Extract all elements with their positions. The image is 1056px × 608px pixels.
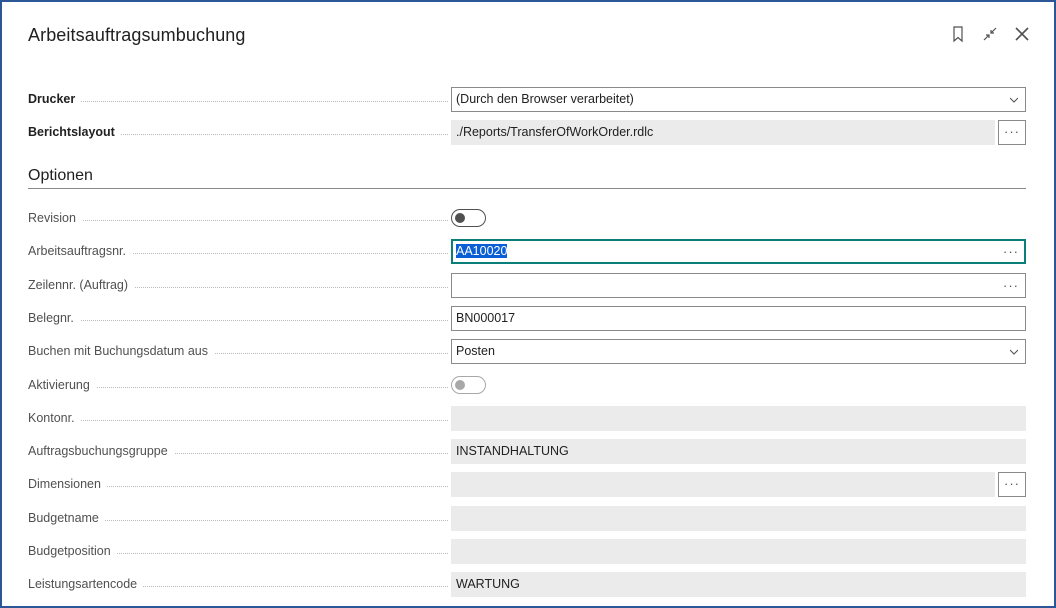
work-order-no-row: Arbeitsauftragsnr. AA10020 ··· — [28, 239, 1026, 264]
budget-name-field — [451, 506, 1026, 531]
account-no-field — [451, 406, 1026, 431]
activation-row: Aktivierung — [28, 373, 1026, 398]
posting-date-row: Buchen mit Buchungsdatum aus Posten — [28, 339, 1026, 364]
revision-row: Revision — [28, 206, 1026, 231]
dimensions-field — [451, 472, 995, 497]
line-no-lookup[interactable]: ··· — [1003, 274, 1019, 297]
report-layout-lookup-button[interactable]: ··· — [998, 120, 1026, 145]
work-order-no-lookup[interactable]: ··· — [1003, 240, 1019, 263]
order-posting-group-field: INSTANDHALTUNG — [451, 439, 1026, 464]
order-posting-group-row: Auftragsbuchungsgruppe INSTANDHALTUNG — [28, 439, 1026, 464]
section-options: Optionen — [28, 167, 1026, 189]
account-no-label: Kontonr. — [28, 406, 448, 431]
document-no-label: Belegnr. — [28, 306, 448, 331]
budget-position-field — [451, 539, 1026, 564]
work-order-no-label: Arbeitsauftragsnr. — [28, 239, 448, 264]
report-layout-label: Berichtslayout — [28, 120, 448, 145]
line-no-label: Zeilennr. (Auftrag) — [28, 273, 448, 298]
section-heading: Optionen — [28, 167, 93, 184]
document-no-input[interactable]: BN000017 — [451, 306, 1026, 331]
work-order-no-value: AA10020 — [456, 244, 508, 258]
revision-label: Revision — [28, 206, 448, 231]
bookmark-icon[interactable] — [948, 24, 968, 44]
printer-label: Drucker — [28, 87, 448, 112]
dimensions-lookup-button[interactable]: ··· — [998, 472, 1026, 497]
work-order-no-input[interactable]: AA10020 ··· — [451, 239, 1026, 264]
budget-position-row: Budgetposition — [28, 539, 1026, 564]
printer-select[interactable]: (Durch den Browser verarbeitet) — [451, 87, 1026, 112]
toggle-knob — [455, 213, 465, 223]
budget-name-row: Budgetname — [28, 506, 1026, 531]
document-no-row: Belegnr. BN000017 — [28, 306, 1026, 331]
dimensions-row: Dimensionen ··· — [28, 472, 1026, 497]
activation-toggle — [451, 376, 486, 394]
posting-date-label: Buchen mit Buchungsdatum aus — [28, 339, 448, 364]
chevron-down-icon — [1010, 349, 1018, 355]
posting-date-select[interactable]: Posten — [451, 339, 1026, 364]
report-layout-field: ./Reports/TransferOfWorkOrder.rdlc — [451, 120, 995, 145]
dialog-window: Arbeitsauftragsumbuchung Drucker (Durch … — [0, 0, 1056, 608]
collapse-icon[interactable] — [980, 24, 1000, 44]
account-no-row: Kontonr. — [28, 406, 1026, 431]
close-icon[interactable] — [1012, 24, 1032, 44]
service-type-code-label: Leistungsartencode — [28, 572, 448, 597]
toggle-knob — [455, 380, 465, 390]
service-type-code-field: WARTUNG — [451, 572, 1026, 597]
chevron-down-icon — [1010, 97, 1018, 103]
budget-name-label: Budgetname — [28, 506, 448, 531]
order-posting-group-label: Auftragsbuchungsgruppe — [28, 439, 448, 464]
service-type-code-row: Leistungsartencode WARTUNG — [28, 572, 1026, 597]
posting-date-value: Posten — [456, 344, 495, 358]
printer-value: (Durch den Browser verarbeitet) — [456, 92, 634, 106]
revision-toggle[interactable] — [451, 209, 486, 227]
line-no-row: Zeilennr. (Auftrag) ··· — [28, 273, 1026, 298]
title-actions — [948, 24, 1032, 44]
line-no-input[interactable]: ··· — [451, 273, 1026, 298]
budget-position-label: Budgetposition — [28, 539, 448, 564]
activation-label: Aktivierung — [28, 373, 448, 398]
dimensions-label: Dimensionen — [28, 472, 448, 497]
dialog-title: Arbeitsauftragsumbuchung — [28, 25, 246, 45]
report-layout-row: Berichtslayout ./Reports/TransferOfWorkO… — [28, 120, 1026, 145]
printer-row: Drucker (Durch den Browser verarbeitet) — [28, 87, 1026, 112]
